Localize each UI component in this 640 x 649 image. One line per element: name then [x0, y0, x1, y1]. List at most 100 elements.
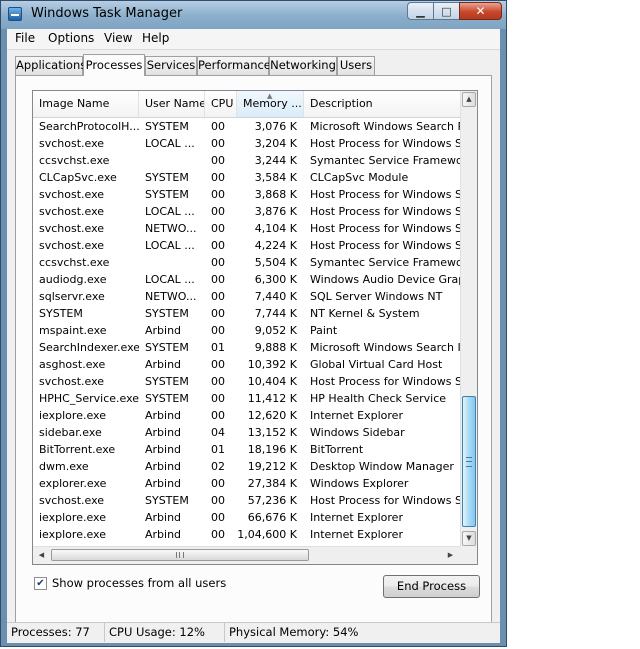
process-user-name: SYSTEM — [145, 494, 189, 507]
process-cpu: 01 — [211, 443, 225, 456]
process-description: Internet Explorer — [310, 409, 403, 422]
process-memory: 11,412 K — [247, 392, 297, 405]
table-row[interactable]: ccsvchst.exe 00 3,244 K Symantec Service Fr… — [33, 152, 461, 169]
process-user-name: Arbind — [145, 358, 182, 371]
process-cpu: 00 — [211, 290, 225, 303]
process-memory: 3,244 K — [254, 154, 297, 167]
table-row[interactable]: sidebar.exe Arbind 04 13,152 K Windows Sideb… — [33, 424, 461, 441]
table-row[interactable]: svchost.exe NETWO... 00 4,104 K Host Process… — [33, 220, 461, 237]
minimize-button[interactable]: ▁ — [407, 2, 433, 20]
process-cpu: 00 — [211, 494, 225, 507]
show-all-users-label[interactable]: Show processes from all users — [52, 576, 226, 590]
process-image-name: svchost.exe — [39, 137, 105, 150]
title-bar[interactable]: Windows Task Manager ▁ □ ✕ — [1, 1, 506, 29]
table-row[interactable]: audiodg.exe LOCAL ... 00 6,300 K Windows Aud… — [33, 271, 461, 288]
process-cpu: 00 — [211, 120, 225, 133]
process-cpu: 00 — [211, 511, 225, 524]
end-process-button[interactable]: End Process — [383, 575, 480, 598]
minimize-icon: ▁ — [416, 4, 425, 18]
table-row[interactable]: iexplore.exe Arbind 00 1,04,600 K Internet E… — [33, 526, 461, 543]
table-row[interactable]: CLCapSvc.exe SYSTEM 00 3,584 K CLCapSvc Modu… — [33, 169, 461, 186]
table-row[interactable]: svchost.exe LOCAL ... 00 3,876 K Host Proces… — [33, 203, 461, 220]
column-header-memory[interactable]: ▲ Memory ... — [237, 91, 304, 117]
process-memory: 3,876 K — [254, 205, 297, 218]
table-row[interactable]: mspaint.exe Arbind 00 9,052 K Paint — [33, 322, 461, 339]
table-row[interactable]: HPHC_Service.exe SYSTEM 00 11,412 K HP Healt… — [33, 390, 461, 407]
sort-ascending-icon: ▲ — [267, 92, 273, 100]
process-user-name: SYSTEM — [145, 375, 189, 388]
process-user-name: SYSTEM — [145, 171, 189, 184]
menu-file[interactable]: File — [13, 31, 37, 45]
tab-applications[interactable]: Applications — [15, 56, 86, 75]
table-row[interactable]: BitTorrent.exe Arbind 01 18,196 K BitTorrent — [33, 441, 461, 458]
table-row[interactable]: explorer.exe Arbind 00 27,384 K Windows Expl… — [33, 475, 461, 492]
horizontal-scroll-thumb[interactable] — [51, 549, 309, 561]
table-row[interactable]: SearchProtocolH... SYSTEM 00 3,076 K Microso… — [33, 118, 461, 135]
vertical-scrollbar[interactable]: ▲ ▼ — [460, 91, 477, 547]
column-header-cpu[interactable]: CPU — [205, 91, 237, 117]
process-description: Microsoft Windows Search Inde — [310, 341, 460, 354]
column-header-description[interactable]: Description — [304, 91, 461, 117]
menu-options[interactable]: Options — [46, 31, 96, 45]
process-description: Host Process for Windows Servi — [310, 137, 460, 150]
process-cpu: 00 — [211, 171, 225, 184]
process-image-name: BitTorrent.exe — [39, 443, 116, 456]
scroll-down-button[interactable]: ▼ — [462, 531, 476, 546]
scroll-right-button[interactable]: ▶ — [443, 548, 458, 563]
scroll-up-icon: ▲ — [466, 95, 472, 103]
table-row[interactable]: sqlservr.exe NETWO... 00 7,440 K SQL Server … — [33, 288, 461, 305]
menu-help[interactable]: Help — [140, 31, 171, 45]
process-cpu: 00 — [211, 409, 225, 422]
process-memory: 7,440 K — [254, 290, 297, 303]
tab-processes[interactable]: Processes — [83, 54, 145, 76]
scroll-up-button[interactable]: ▲ — [462, 92, 476, 107]
table-row[interactable]: asghost.exe Arbind 00 10,392 K Global Virtua… — [33, 356, 461, 373]
show-all-users-checkbox[interactable]: ✔ — [34, 577, 47, 590]
process-image-name: svchost.exe — [39, 222, 105, 235]
task-manager-icon — [8, 7, 22, 21]
process-cpu: 04 — [211, 426, 225, 439]
process-cpu: 00 — [211, 375, 225, 388]
column-header-image-name[interactable]: Image Name — [33, 91, 139, 117]
vertical-scroll-thumb[interactable] — [462, 396, 476, 527]
table-row[interactable]: iexplore.exe Arbind 00 66,676 K Internet Exp… — [33, 509, 461, 526]
maximize-button[interactable]: □ — [433, 2, 459, 20]
tab-networking[interactable]: Networking — [269, 56, 337, 75]
tab-services[interactable]: Services — [145, 56, 197, 75]
table-row[interactable]: svchost.exe LOCAL ... 00 4,224 K Host Proces… — [33, 237, 461, 254]
close-button[interactable]: ✕ — [459, 2, 502, 20]
process-description: Global Virtual Card Host — [310, 358, 443, 371]
process-cpu: 00 — [211, 477, 225, 490]
table-row[interactable]: svchost.exe SYSTEM 00 57,236 K Host Process … — [33, 492, 461, 509]
process-memory: 1,04,600 K — [237, 528, 297, 541]
column-header-user-name[interactable]: User Name — [139, 91, 205, 117]
table-row[interactable]: svchost.exe LOCAL ... 00 3,204 K Host Proces… — [33, 135, 461, 152]
process-image-name: asghost.exe — [39, 358, 106, 371]
process-description: Windows Explorer — [310, 477, 409, 490]
process-cpu: 00 — [211, 392, 225, 405]
menu-view[interactable]: View — [102, 31, 134, 45]
process-list[interactable]: Image Name User Name CPU ▲ Memory ... De… — [32, 90, 478, 565]
process-user-name: LOCAL ... — [145, 273, 195, 286]
process-memory: 66,676 K — [247, 511, 297, 524]
process-image-name: SearchProtocolH... — [39, 120, 139, 133]
scroll-left-button[interactable]: ◀ — [34, 548, 49, 563]
tab-users[interactable]: Users — [337, 56, 375, 75]
process-memory: 18,196 K — [247, 443, 297, 456]
table-row[interactable]: SearchIndexer.exe SYSTEM 01 9,888 K Microsof… — [33, 339, 461, 356]
tab-performance[interactable]: Performance — [197, 56, 271, 75]
process-description: Paint — [310, 324, 338, 337]
table-row[interactable]: dwm.exe Arbind 02 19,212 K Desktop Window Ma… — [33, 458, 461, 475]
process-user-name: SYSTEM — [145, 341, 189, 354]
process-user-name: Arbind — [145, 409, 182, 422]
scroll-left-icon: ◀ — [38, 551, 45, 559]
process-memory: 57,236 K — [247, 494, 297, 507]
table-row[interactable]: ccsvchst.exe 00 5,504 K Symantec Service Fr… — [33, 254, 461, 271]
table-row[interactable]: svchost.exe SYSTEM 00 3,868 K Host Process f… — [33, 186, 461, 203]
table-row[interactable]: SYSTEM SYSTEM 00 7,744 K NT Kernel & System — [33, 305, 461, 322]
process-image-name: iexplore.exe — [39, 409, 106, 422]
table-row[interactable]: svchost.exe SYSTEM 00 10,404 K Host Process … — [33, 373, 461, 390]
column-header-bar: Image Name User Name CPU ▲ Memory ... De… — [33, 91, 461, 118]
horizontal-scrollbar[interactable]: ◀ ▶ — [33, 546, 461, 564]
table-row[interactable]: iexplore.exe Arbind 00 12,620 K Internet Exp… — [33, 407, 461, 424]
